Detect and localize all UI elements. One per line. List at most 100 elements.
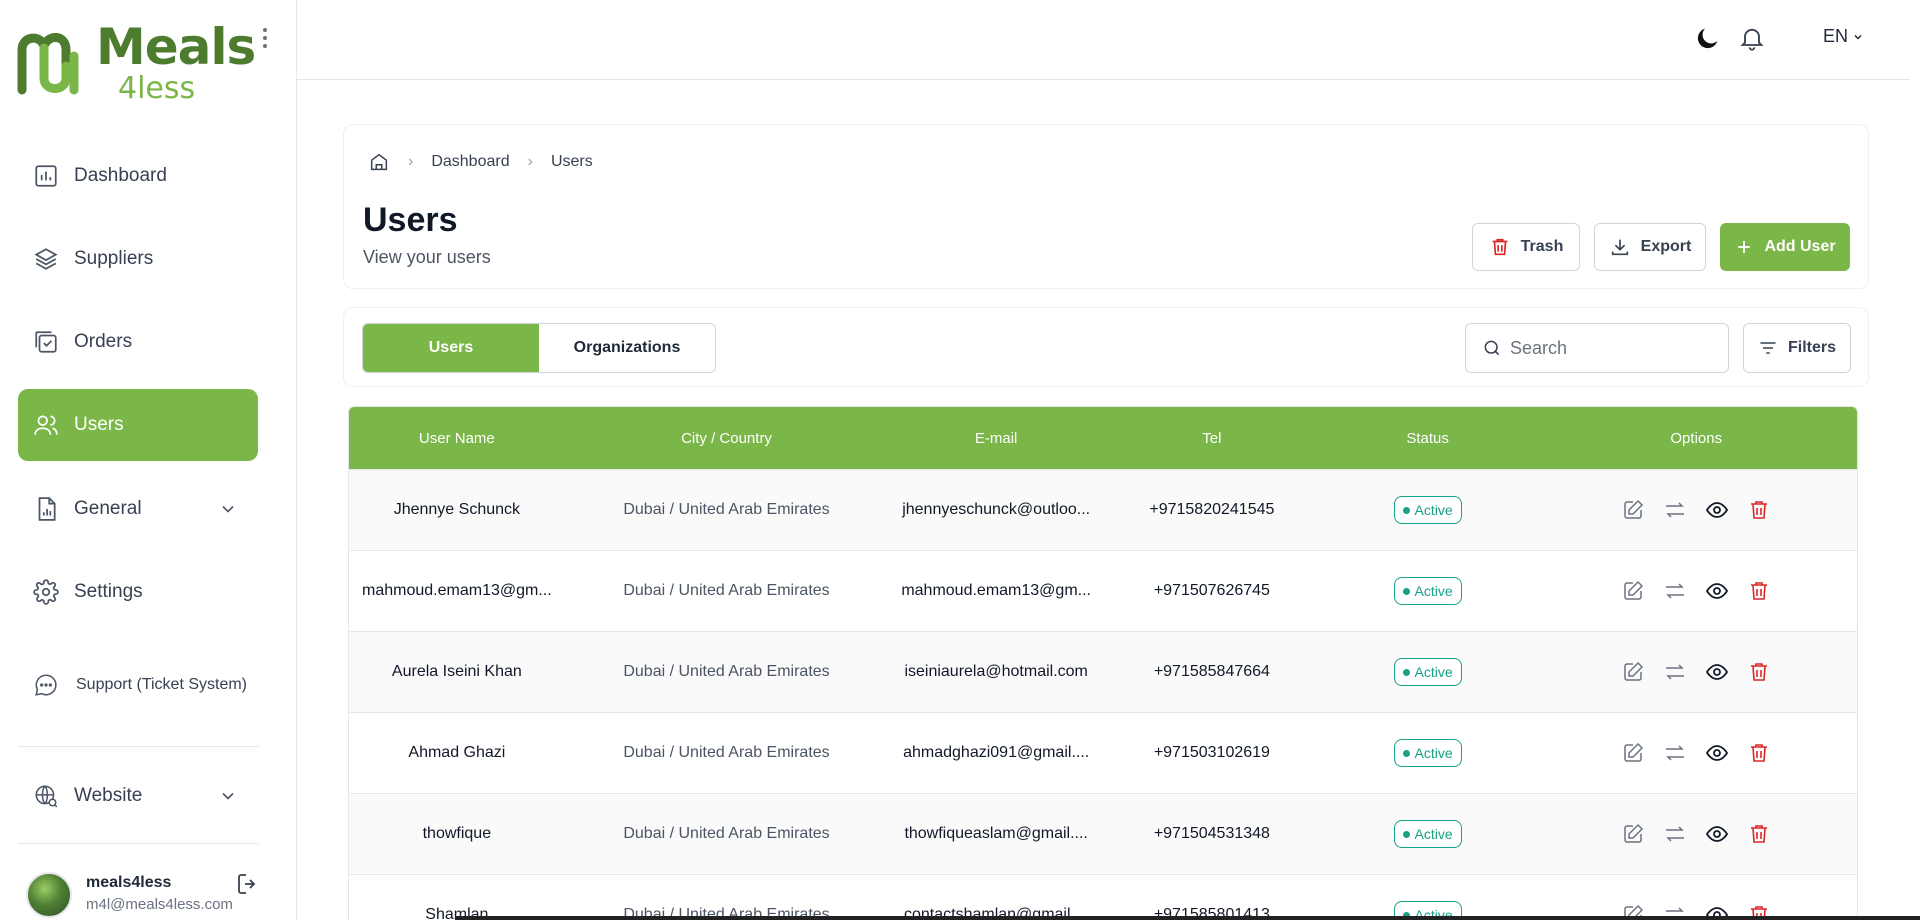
table-row[interactable]: Jhennye Schunck Dubai / United Arab Emira… xyxy=(349,469,1857,550)
table-row[interactable]: mahmoud.emam13@gm... Dubai / United Arab … xyxy=(349,550,1857,631)
chevron-down-icon[interactable] xyxy=(218,499,238,519)
more-options-icon[interactable] xyxy=(258,26,272,50)
transfer-arrows-icon[interactable] xyxy=(1662,659,1688,685)
status-dot xyxy=(1402,668,1410,676)
add-user-button[interactable]: Add User xyxy=(1720,223,1850,271)
eye-icon[interactable] xyxy=(1704,821,1730,847)
cell-options xyxy=(1535,470,1857,550)
cell-email: iseiniaurela@hotmail.com xyxy=(904,663,1088,680)
status-badge: Active xyxy=(1393,658,1462,686)
status-label: Active xyxy=(1414,826,1453,842)
column-header[interactable]: Tel xyxy=(1104,407,1320,469)
sidebar-item-label: Users xyxy=(74,414,124,435)
brand-name: Meals xyxy=(96,18,256,76)
table-header: User Name City / Country E-mail Tel Stat… xyxy=(349,407,1857,469)
sidebar-item-dashboard[interactable]: Dashboard xyxy=(18,140,258,212)
table-row[interactable]: Ahmad Ghazi Dubai / United Arab Emirates a… xyxy=(349,712,1857,793)
page-scrollbar[interactable] xyxy=(1910,0,1920,920)
sidebar-item-orders[interactable]: Orders xyxy=(18,306,258,378)
sidebar-item-users[interactable]: Users xyxy=(18,389,258,461)
moon-icon[interactable] xyxy=(1694,24,1722,52)
sidebar-item-label: Suppliers xyxy=(74,248,154,269)
cell-options xyxy=(1535,632,1857,712)
search-input[interactable] xyxy=(1510,337,1710,359)
trash-icon[interactable] xyxy=(1746,821,1772,847)
trash-icon xyxy=(1492,238,1507,256)
cell-city-country: Dubai / United Arab Emirates xyxy=(623,582,830,599)
status-label: Active xyxy=(1414,745,1453,761)
edit-icon[interactable] xyxy=(1620,659,1646,685)
edit-icon[interactable] xyxy=(1620,821,1646,847)
filter-lines-icon xyxy=(1760,342,1776,354)
page-title: Users xyxy=(363,201,458,239)
edit-icon[interactable] xyxy=(1620,497,1646,523)
layers-icon xyxy=(32,245,60,273)
transfer-arrows-icon[interactable] xyxy=(1662,821,1688,847)
cell-email: jhennyeschunck@outloo... xyxy=(902,501,1091,518)
breadcrumb-dashboard[interactable]: Dashboard xyxy=(431,153,509,171)
checklist-icon xyxy=(32,328,60,356)
eye-icon[interactable] xyxy=(1704,740,1730,766)
sidebar-item-website[interactable]: Website xyxy=(18,760,258,832)
cell-email: ahmadghazi091@gmail.... xyxy=(903,744,1090,761)
cell-tel: +971585847664 xyxy=(1153,663,1270,680)
home-icon[interactable] xyxy=(368,151,390,173)
trash-button[interactable]: Trash xyxy=(1472,223,1580,271)
profile-name: meals4less xyxy=(86,874,172,891)
cell-email: mahmoud.emam13@gm... xyxy=(901,582,1091,599)
cell-status: Active xyxy=(1320,713,1536,793)
status-badge: Active xyxy=(1393,496,1462,524)
column-header[interactable]: User Name xyxy=(349,407,565,469)
avatar[interactable] xyxy=(26,872,72,918)
tab-organizations[interactable]: Organizations xyxy=(539,324,715,372)
tab-users[interactable]: Users xyxy=(363,324,539,372)
filters-button[interactable]: Filters xyxy=(1743,323,1851,373)
cell-city-country: Dubai / United Arab Emirates xyxy=(623,825,830,842)
transfer-arrows-icon[interactable] xyxy=(1662,578,1688,604)
globe-search-icon xyxy=(32,782,60,810)
chevron-down-icon xyxy=(1854,34,1862,40)
edit-icon[interactable] xyxy=(1620,578,1646,604)
transfer-arrows-icon[interactable] xyxy=(1662,497,1688,523)
logout-icon[interactable] xyxy=(236,872,260,896)
export-button[interactable]: Export xyxy=(1594,223,1706,271)
horizontal-scrollbar[interactable] xyxy=(455,916,1920,920)
breadcrumb: › Dashboard › Users xyxy=(368,151,593,173)
cell-tel: +971507626745 xyxy=(1153,582,1270,599)
language-selector[interactable]: EN xyxy=(1823,26,1864,47)
column-header[interactable]: Options xyxy=(1535,407,1857,469)
status-label: Active xyxy=(1414,664,1453,680)
edit-icon[interactable] xyxy=(1620,740,1646,766)
cell-status: Active xyxy=(1320,794,1536,874)
topbar: EN xyxy=(297,0,1920,80)
eye-icon[interactable] xyxy=(1704,659,1730,685)
transfer-arrows-icon[interactable] xyxy=(1662,740,1688,766)
sidebar-item-label: Settings xyxy=(74,581,143,602)
table-row[interactable]: Aurela Iseini Khan Dubai / United Arab Em… xyxy=(349,631,1857,712)
sidebar-item-settings[interactable]: Settings xyxy=(18,556,258,628)
eye-icon[interactable] xyxy=(1704,578,1730,604)
chevron-down-icon[interactable] xyxy=(218,786,238,806)
bell-icon[interactable] xyxy=(1738,24,1766,52)
trash-icon[interactable] xyxy=(1746,578,1772,604)
status-badge: Active xyxy=(1393,820,1462,848)
table-row[interactable]: Shamlan Dubai / United Arab Emirates conta… xyxy=(349,874,1857,920)
column-header[interactable]: E-mail xyxy=(888,407,1104,469)
column-header[interactable]: City / Country xyxy=(565,407,889,469)
trash-icon[interactable] xyxy=(1746,497,1772,523)
sidebar-item-support[interactable]: Support (Ticket System) xyxy=(18,649,258,721)
table-row[interactable]: thowfique Dubai / United Arab Emirates tho… xyxy=(349,793,1857,874)
sidebar-item-general[interactable]: General xyxy=(18,473,258,545)
trash-icon[interactable] xyxy=(1746,659,1772,685)
search-box[interactable] xyxy=(1465,323,1729,373)
brand-logo[interactable]: Meals 4less xyxy=(16,18,256,104)
sidebar: Meals 4less Dashboard Suppliers Orders U… xyxy=(0,0,297,920)
sidebar-item-suppliers[interactable]: Suppliers xyxy=(18,223,258,295)
sidebar-item-label: Website xyxy=(74,785,143,806)
status-dot xyxy=(1402,749,1410,757)
filters-label: Filters xyxy=(1787,339,1836,356)
trash-icon[interactable] xyxy=(1746,740,1772,766)
eye-icon[interactable] xyxy=(1704,497,1730,523)
cell-user-name: Aurela Iseini Khan xyxy=(391,663,522,680)
column-header[interactable]: Status xyxy=(1320,407,1536,469)
